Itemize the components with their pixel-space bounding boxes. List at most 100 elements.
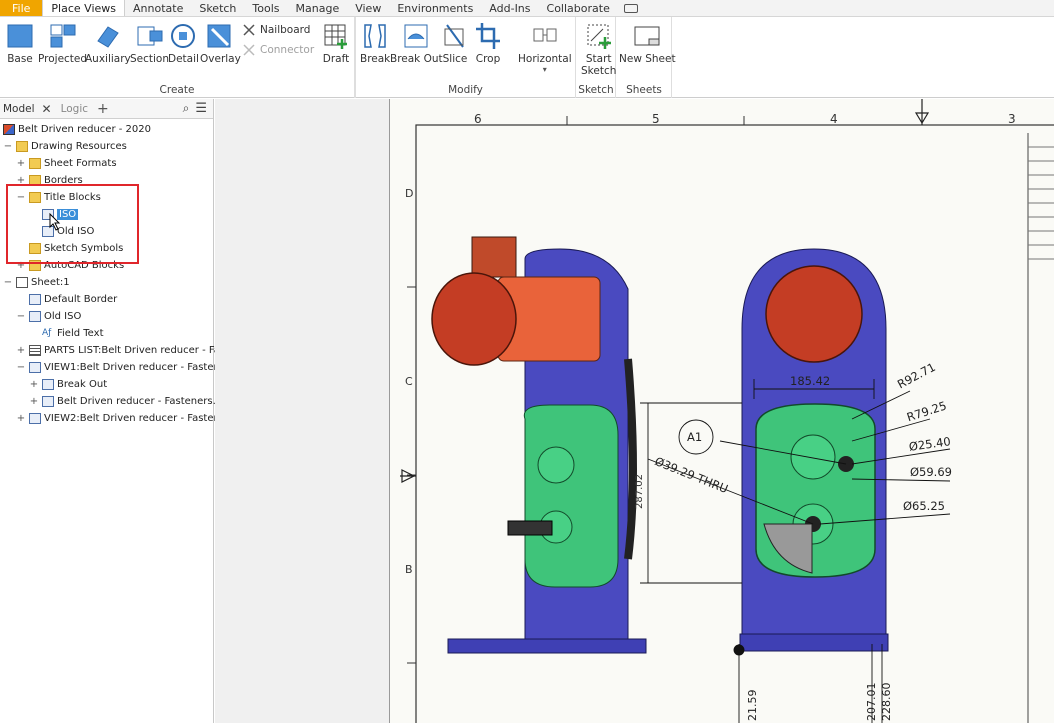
break-label: Break	[360, 53, 391, 65]
sheet-border	[415, 124, 1054, 723]
tab-environments[interactable]: Environments	[389, 0, 481, 16]
detail-label: Detail	[168, 53, 199, 65]
connector-button[interactable]: Connector	[242, 43, 314, 57]
tab-collaborate[interactable]: Collaborate	[539, 0, 618, 16]
expand-icon[interactable]: +	[16, 345, 26, 356]
tab-place-views[interactable]: Place Views	[42, 0, 125, 16]
tab-manage[interactable]: Manage	[288, 0, 348, 16]
dimension-height[interactable]: 287.02	[634, 474, 645, 509]
motor-end-cap	[765, 265, 863, 363]
break-out-button[interactable]: Break Out	[390, 21, 443, 65]
browser-tabs: Model ✕ Logic + ⌕ ☰	[0, 99, 213, 119]
start-sketch-icon	[587, 24, 611, 49]
collapse-icon[interactable]: −	[3, 277, 13, 288]
tab-annotate[interactable]: Annotate	[125, 0, 191, 16]
close-icon[interactable]: ✕	[42, 102, 52, 116]
input-shaft-boss	[790, 434, 836, 480]
tree-break-out[interactable]: + Break Out	[29, 376, 107, 392]
tab-view[interactable]: View	[347, 0, 389, 16]
tab-logic[interactable]: Logic	[58, 103, 91, 115]
base-plate	[739, 633, 889, 652]
collapse-icon[interactable]: −	[16, 311, 26, 322]
projected-view-button[interactable]: Projected	[38, 21, 87, 65]
tab-sketch[interactable]: Sketch	[191, 0, 244, 16]
search-icon[interactable]: ⌕	[183, 101, 190, 116]
tab-file[interactable]: File	[0, 0, 43, 16]
drawing-canvas[interactable]: 6 5 4 3 D C B 185.42 R92.71 R79.25 Ø25.4…	[215, 99, 1054, 723]
overlay-view-button[interactable]: Overlay	[200, 21, 241, 65]
sketch-panel: Start Sketch Sketch	[577, 17, 616, 98]
zone-letter-d: D	[405, 187, 414, 200]
align-horizontal-icon	[533, 28, 557, 42]
tree-root-label: Belt Driven reducer - 2020	[18, 123, 151, 135]
slice-button[interactable]: Slice	[441, 21, 469, 65]
expand-icon[interactable]: +	[29, 396, 39, 407]
expand-icon[interactable]: +	[16, 158, 26, 169]
tab-add-ins[interactable]: Add-Ins	[481, 0, 538, 16]
dimension-dia65[interactable]: Ø65.25	[903, 499, 945, 513]
title-block-icon	[29, 310, 41, 322]
folder-icon	[16, 140, 28, 152]
view-icon	[29, 361, 41, 373]
collapse-icon[interactable]: −	[16, 362, 26, 373]
overlay-view-icon	[207, 24, 231, 48]
mouse-cursor-icon	[49, 213, 61, 231]
section-view-button[interactable]: Section	[130, 21, 169, 65]
base-plate	[447, 638, 647, 654]
sheets-panel-title: Sheets	[626, 84, 662, 96]
horizontal-dropdown[interactable]: Horizontal ▾	[518, 21, 572, 74]
tree-sheet-formats[interactable]: + Sheet Formats	[16, 155, 117, 171]
slice-label: Slice	[442, 53, 468, 65]
ribbon-display-options-icon[interactable]	[623, 0, 638, 16]
field-text-label: Field Text	[57, 327, 104, 339]
tab-model[interactable]: Model	[0, 103, 38, 115]
drawing-sheet[interactable]: 6 5 4 3 D C B 185.42 R92.71 R79.25 Ø25.4…	[389, 99, 1054, 723]
start-sketch-button[interactable]: Start Sketch	[581, 21, 616, 77]
tree-sheet1[interactable]: − Sheet:1	[3, 274, 70, 290]
sheets-panel: New Sheet Sheets	[617, 17, 676, 98]
highlight-rectangle	[6, 184, 139, 264]
collapse-icon[interactable]: −	[3, 141, 13, 152]
expand-icon[interactable]: +	[16, 413, 26, 424]
dimension-21[interactable]: 21.59	[746, 690, 759, 722]
section-view-icon	[137, 26, 162, 46]
sketch-panel-title: Sketch	[578, 84, 614, 96]
start-sketch-label-1: Start	[585, 53, 612, 65]
tab-tools[interactable]: Tools	[244, 0, 287, 16]
balloon-a1[interactable]: A1	[687, 430, 702, 444]
slice-icon	[444, 24, 464, 48]
break-out-icon	[42, 378, 54, 390]
create-panel: Base Projected Auxiliary Section Detail …	[0, 17, 355, 98]
base-view-button[interactable]: Base	[6, 21, 34, 65]
crop-icon	[476, 23, 500, 49]
tree-old-iso-2[interactable]: − Old ISO	[16, 308, 81, 324]
auxiliary-label: Auxiliary	[85, 53, 131, 65]
crop-button[interactable]: Crop	[474, 21, 502, 65]
tree-default-border[interactable]: Default Border	[29, 291, 117, 307]
expand-icon[interactable]: +	[29, 379, 39, 390]
auxiliary-view-button[interactable]: Auxiliary	[85, 21, 131, 65]
draft-button[interactable]: Draft	[322, 21, 350, 65]
tree-field-text[interactable]: Aƒ Field Text	[42, 325, 103, 341]
tree-drawing-resources[interactable]: − Drawing Resources	[3, 138, 127, 154]
ribbon-tab-bar: File Place Views Annotate Sketch Tools M…	[0, 0, 1054, 17]
dimension-dia59[interactable]: Ø59.69	[910, 465, 952, 479]
front-view[interactable]	[739, 248, 889, 652]
break-button[interactable]: Break	[360, 21, 390, 65]
motor-end-cap	[431, 272, 517, 366]
tree-view1-assembly[interactable]: + Belt Driven reducer - Fasteners.iam	[29, 393, 234, 409]
new-sheet-label: New Sheet	[619, 53, 676, 65]
detail-view-button[interactable]: Detail	[168, 21, 199, 65]
dimension-207[interactable]: 207.01	[865, 683, 878, 722]
hamburger-menu-icon[interactable]: ☰	[195, 101, 207, 116]
side-view[interactable]	[431, 236, 647, 654]
folder-icon	[29, 157, 41, 169]
new-sheet-button[interactable]: New Sheet	[619, 21, 676, 65]
dimension-228[interactable]: 228.60	[880, 683, 893, 722]
nailboard-button[interactable]: Nailboard	[242, 23, 310, 37]
add-tab-icon[interactable]: +	[97, 101, 109, 117]
dimension-width[interactable]: 185.42	[790, 374, 830, 388]
tree-root[interactable]: Belt Driven reducer - 2020	[3, 121, 151, 137]
tree-parts-list[interactable]: + PARTS LIST:Belt Driven reducer - Faste…	[16, 342, 248, 358]
motor-mount	[471, 236, 517, 278]
